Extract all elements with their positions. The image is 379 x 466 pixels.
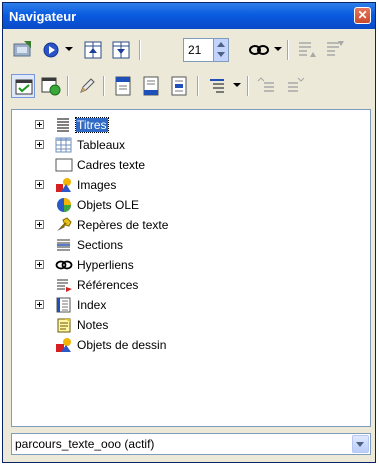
demote-level-icon bbox=[323, 38, 347, 62]
ole-object-icon bbox=[55, 197, 73, 213]
tree-item-index[interactable]: Index bbox=[12, 296, 352, 316]
tree-item-label: Index bbox=[77, 298, 107, 312]
move-chapter-up-icon bbox=[255, 74, 279, 98]
move-chapter-down-icon bbox=[283, 74, 307, 98]
page-number-spinner[interactable]: 21 bbox=[183, 38, 229, 62]
content-view-icon[interactable] bbox=[11, 74, 35, 98]
tree-item-reperes-de-texte[interactable]: Repères de texte bbox=[12, 216, 352, 236]
reference-icon bbox=[55, 277, 73, 293]
tree-item-hyperliens[interactable]: Hyperliens bbox=[12, 256, 352, 276]
title-bar[interactable]: Navigateur ✕ bbox=[3, 3, 375, 29]
page-number-value: 21 bbox=[188, 43, 202, 57]
navigator-window: Navigateur ✕ 21 Titres Tableaux Cadres t… bbox=[2, 2, 376, 463]
tree-item-sections[interactable]: Sections bbox=[12, 236, 352, 256]
close-icon: ✕ bbox=[357, 8, 368, 22]
content-tree[interactable]: Titres Tableaux Cadres texte Images Obje… bbox=[11, 109, 371, 427]
set-reminder-icon[interactable] bbox=[39, 74, 63, 98]
close-button[interactable]: ✕ bbox=[354, 7, 371, 24]
tree-item-label: Sections bbox=[77, 238, 124, 252]
tree-item-label: Références bbox=[77, 278, 139, 292]
tree-item-label: Cadres texte bbox=[77, 158, 146, 172]
chevron-down-icon[interactable] bbox=[352, 435, 369, 453]
tree-item-label: Tableaux bbox=[77, 138, 126, 152]
toolbar-separator bbox=[197, 76, 199, 96]
tree-item-objets-de-dessin[interactable]: Objets de dessin bbox=[12, 336, 352, 356]
expand-icon[interactable] bbox=[35, 180, 44, 189]
text-frame-icon bbox=[55, 157, 73, 173]
hyperlink-icon bbox=[55, 257, 73, 273]
toggle-icon[interactable] bbox=[11, 38, 35, 62]
window-title: Navigateur bbox=[9, 8, 77, 24]
document-selector[interactable]: parcours_texte_ooo (actif) bbox=[11, 433, 371, 455]
promote-level-icon bbox=[295, 38, 319, 62]
navigator-toolbar-top: 21 bbox=[11, 35, 371, 65]
heading-levels-dropdown-icon[interactable] bbox=[233, 83, 241, 87]
header-icon[interactable] bbox=[111, 74, 135, 98]
previous-icon[interactable] bbox=[81, 38, 105, 62]
toolbar-separator bbox=[139, 40, 141, 60]
section-icon bbox=[55, 237, 73, 253]
navigator-toolbar-bottom bbox=[11, 71, 371, 101]
anchor-text-icon[interactable] bbox=[167, 74, 191, 98]
expand-icon[interactable] bbox=[35, 220, 44, 229]
expand-icon[interactable] bbox=[35, 140, 44, 149]
next-icon[interactable] bbox=[109, 38, 133, 62]
tree-item-notes[interactable]: Notes bbox=[12, 316, 352, 336]
tree-item-label: Titres bbox=[75, 117, 109, 133]
heading-levels-icon[interactable] bbox=[205, 74, 229, 98]
tree-item-label: Objets de dessin bbox=[77, 338, 167, 352]
expand-icon[interactable] bbox=[35, 260, 44, 269]
tree-item-tableaux[interactable]: Tableaux bbox=[12, 136, 352, 156]
tree-item-label: Notes bbox=[77, 318, 109, 332]
navigation-icon[interactable] bbox=[39, 38, 63, 62]
tree-item-images[interactable]: Images bbox=[12, 176, 352, 196]
footer-icon[interactable] bbox=[139, 74, 163, 98]
expand-icon[interactable] bbox=[35, 300, 44, 309]
toolbar-separator bbox=[67, 76, 69, 96]
tree-item-label: Repères de texte bbox=[77, 218, 169, 232]
tree-item-cadres-texte[interactable]: Cadres texte bbox=[12, 156, 352, 176]
drawing-object-icon bbox=[55, 337, 73, 353]
headings-icon bbox=[55, 117, 73, 133]
tree-item-label: Objets OLE bbox=[77, 198, 140, 212]
drag-mode-icon[interactable] bbox=[247, 38, 271, 62]
tree-item-references[interactable]: Références bbox=[12, 276, 352, 296]
tree-item-titres[interactable]: Titres bbox=[12, 116, 352, 136]
note-icon bbox=[55, 317, 73, 333]
tree-item-objets-ole[interactable]: Objets OLE bbox=[12, 196, 352, 216]
bookmark-icon bbox=[55, 217, 73, 233]
spinner-buttons[interactable] bbox=[213, 39, 228, 61]
toolbar-separator bbox=[287, 40, 289, 60]
expand-icon[interactable] bbox=[35, 120, 44, 129]
tree-item-label: Images bbox=[77, 178, 117, 192]
image-icon bbox=[55, 177, 73, 193]
document-selector-value: parcours_texte_ooo (actif) bbox=[15, 437, 155, 451]
toolbar-separator bbox=[247, 76, 249, 96]
table-icon bbox=[55, 137, 73, 153]
tree-item-label: Hyperliens bbox=[77, 258, 134, 272]
drag-mode-dropdown-icon[interactable] bbox=[274, 47, 282, 51]
navigation-dropdown-icon[interactable] bbox=[65, 47, 73, 51]
toolbar-separator bbox=[103, 76, 105, 96]
edit-pencil-icon[interactable] bbox=[75, 74, 99, 98]
index-icon bbox=[55, 297, 73, 313]
